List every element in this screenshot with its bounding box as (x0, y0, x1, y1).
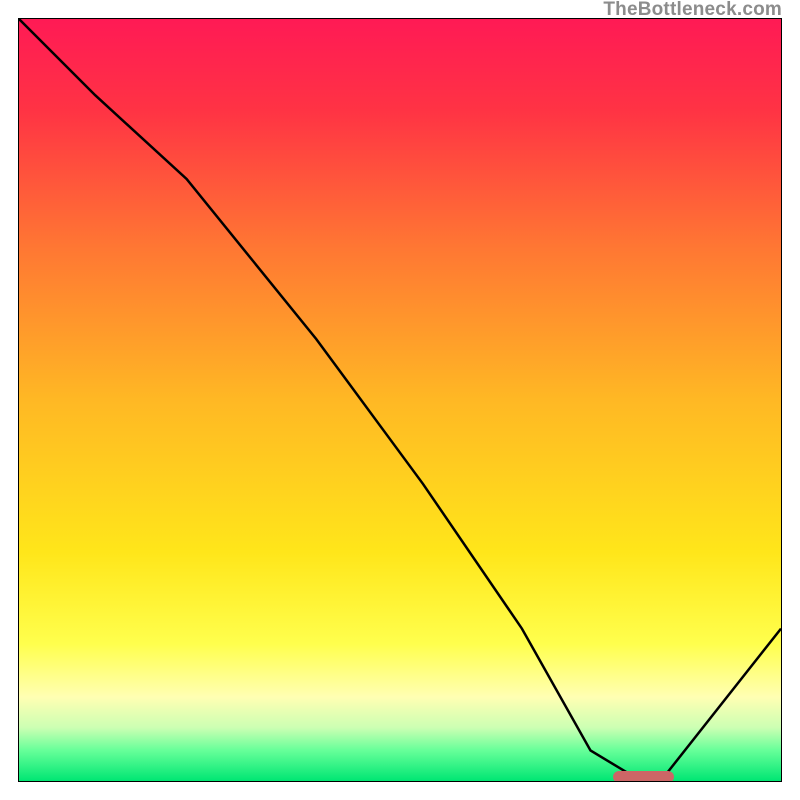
plot-area (18, 18, 782, 782)
line-plot (19, 19, 781, 781)
optimum-marker (613, 771, 674, 782)
bottleneck-curve-line (19, 19, 781, 773)
bottleneck-chart: TheBottleneck.com (0, 0, 800, 800)
